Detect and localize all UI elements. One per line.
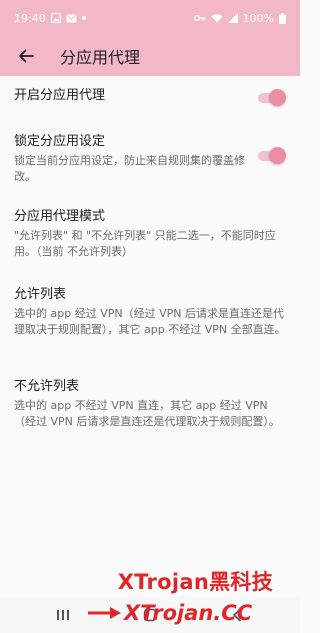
status-right: 100% xyxy=(193,11,286,25)
setting-title: 不允许列表 xyxy=(14,379,80,394)
setting-title: 开启分应用代理 xyxy=(14,88,106,103)
toggle-thumb xyxy=(269,89,286,106)
setting-summary: 选中的 app 经过 VPN（经过 VPN 后请求是直连还是代理取决于规则配置）… xyxy=(14,307,286,336)
dot-icon xyxy=(81,16,86,20)
setting-disallow-list[interactable]: 不允许列表 选中的 app 不经过 VPN 直连，其它 app 经过 VPN（经… xyxy=(14,378,286,430)
recents-icon xyxy=(57,610,70,620)
enable-per-app-proxy-toggle[interactable] xyxy=(256,88,286,106)
setting-allow-list[interactable]: 允许列表 选中的 app 经过 VPN（经过 VPN 后请求是直连还是代理取决于… xyxy=(14,286,286,338)
status-left: 19:40 xyxy=(14,12,86,25)
watermark-url-text: XTrojan.CC xyxy=(124,601,253,625)
setting-proxy-mode[interactable]: 分应用代理模式 "允许列表" 和 "不允许列表" 只能二选一，不能同时应用。（当… xyxy=(14,208,286,260)
setting-title: 分应用代理模式 xyxy=(14,209,106,224)
page-title: 分应用代理 xyxy=(60,48,141,67)
back-button[interactable] xyxy=(14,44,38,68)
arrow-left-icon xyxy=(19,49,34,63)
battery-icon xyxy=(279,12,286,24)
status-time: 19:40 xyxy=(14,11,46,25)
setting-summary: 锁定当前分应用设定，防止来自规则集的覆盖修改。 xyxy=(14,154,245,183)
signal-icon xyxy=(227,13,238,23)
app-bar: 分应用代理 xyxy=(0,36,300,76)
key-icon xyxy=(193,14,206,22)
wifi-icon xyxy=(211,13,223,23)
setting-summary: 选中的 app 不经过 VPN 直连，其它 app 经过 VPN（经过 VPN … xyxy=(14,399,280,428)
toggle-thumb xyxy=(269,147,286,164)
lock-per-app-toggle[interactable] xyxy=(256,146,286,164)
recents-button[interactable] xyxy=(43,600,83,630)
watermark-brand: XTrojan黑科技 xyxy=(117,570,273,594)
setting-lock-per-app[interactable]: 锁定分应用设定 锁定当前分应用设定，防止来自规则集的覆盖修改。 xyxy=(14,133,286,185)
setting-title: 锁定分应用设定 xyxy=(14,134,106,149)
image-icon xyxy=(50,13,61,23)
setting-title: 允许列表 xyxy=(14,287,67,302)
watermark-url: XTrojan.CC xyxy=(88,601,252,625)
setting-summary: "允许列表" 和 "不允许列表" 只能二选一，不能同时应用。（当前 不允许列表） xyxy=(14,229,276,258)
status-bar: 19:40 100% xyxy=(0,0,300,36)
setting-enable-per-app-proxy[interactable]: 开启分应用代理 xyxy=(14,87,286,106)
mail-icon xyxy=(66,14,77,23)
arrow-right-icon xyxy=(88,606,122,620)
battery-text: 100% xyxy=(242,11,274,25)
